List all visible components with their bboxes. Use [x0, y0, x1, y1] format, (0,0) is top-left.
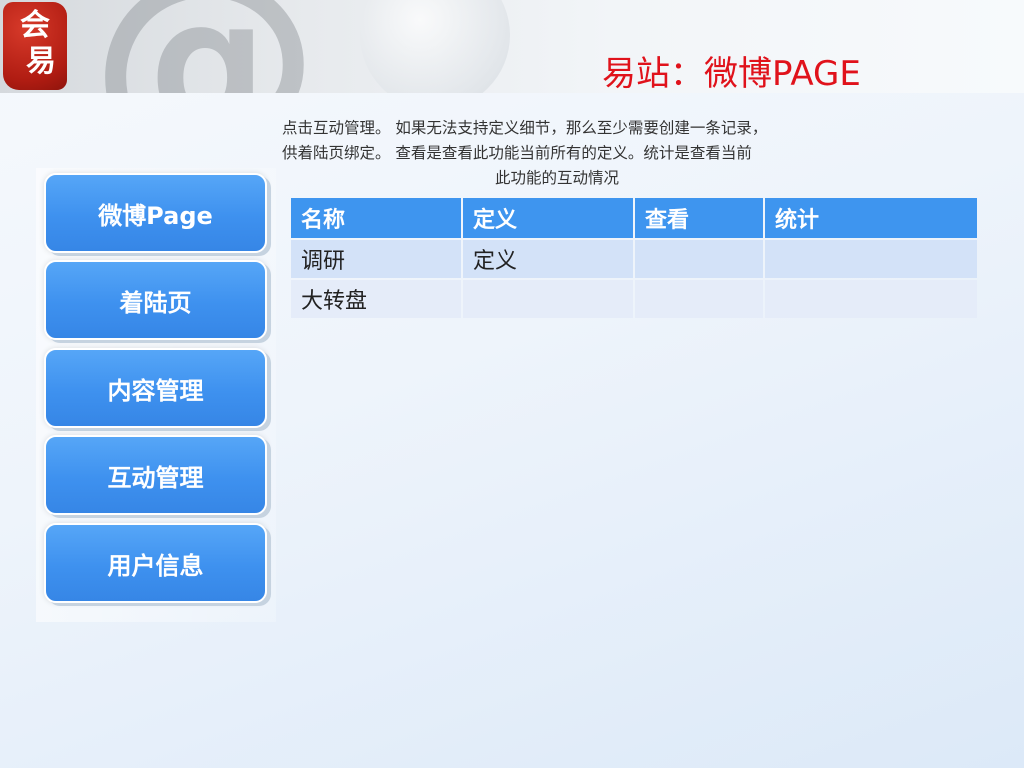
instruction-line: 此功能的互动情况: [495, 169, 620, 187]
instruction-line: 点击互动管理。 如果无法支持定义细节，那么至少需要创建一条记录，: [282, 119, 768, 137]
table-row: 大转盘: [291, 280, 977, 318]
column-header-name: 名称: [291, 198, 461, 238]
column-header-view: 查看: [635, 198, 763, 238]
table-header-row: 名称 定义 查看 统计: [291, 198, 977, 238]
at-sign-icon: @: [90, 0, 320, 93]
hui-yi-logo: 会 易: [3, 2, 67, 90]
instruction-text: 点击互动管理。 如果无法支持定义细节，那么至少需要创建一条记录， 供着陆页绑定。…: [282, 116, 882, 191]
cell-stats: [765, 280, 977, 318]
instruction-line: 供着陆页绑定。 查看是查看此功能当前所有的定义。统计是查看当前: [282, 144, 752, 162]
interaction-table: 名称 定义 查看 统计 调研 定义 大转盘: [289, 196, 979, 320]
header-banner: @ 会 易 易站：微博PAGE: [0, 0, 1024, 93]
column-header-definition: 定义: [463, 198, 633, 238]
logo-char: 易: [26, 44, 56, 79]
cell-view: [635, 240, 763, 278]
column-header-stats: 统计: [765, 198, 977, 238]
cell-stats: [765, 240, 977, 278]
nav-item-interaction-management[interactable]: 互动管理: [44, 435, 267, 515]
cell-name: 大转盘: [291, 280, 461, 318]
cell-definition: [463, 280, 633, 318]
table-row: 调研 定义: [291, 240, 977, 278]
globe-decoration: [360, 0, 510, 93]
page-title: 易站：微博PAGE: [602, 54, 861, 93]
cell-definition-link[interactable]: 定义: [463, 240, 633, 278]
cell-view: [635, 280, 763, 318]
cell-name: 调研: [291, 240, 461, 278]
sidebar-nav: 微博Page 着陆页 内容管理 互动管理 用户信息: [36, 168, 276, 622]
nav-item-user-info[interactable]: 用户信息: [44, 523, 267, 603]
nav-item-landing-page[interactable]: 着陆页: [44, 260, 267, 340]
logo-char: 会: [20, 8, 50, 43]
nav-item-weibo-page[interactable]: 微博Page: [44, 173, 267, 253]
nav-item-content-management[interactable]: 内容管理: [44, 348, 267, 428]
